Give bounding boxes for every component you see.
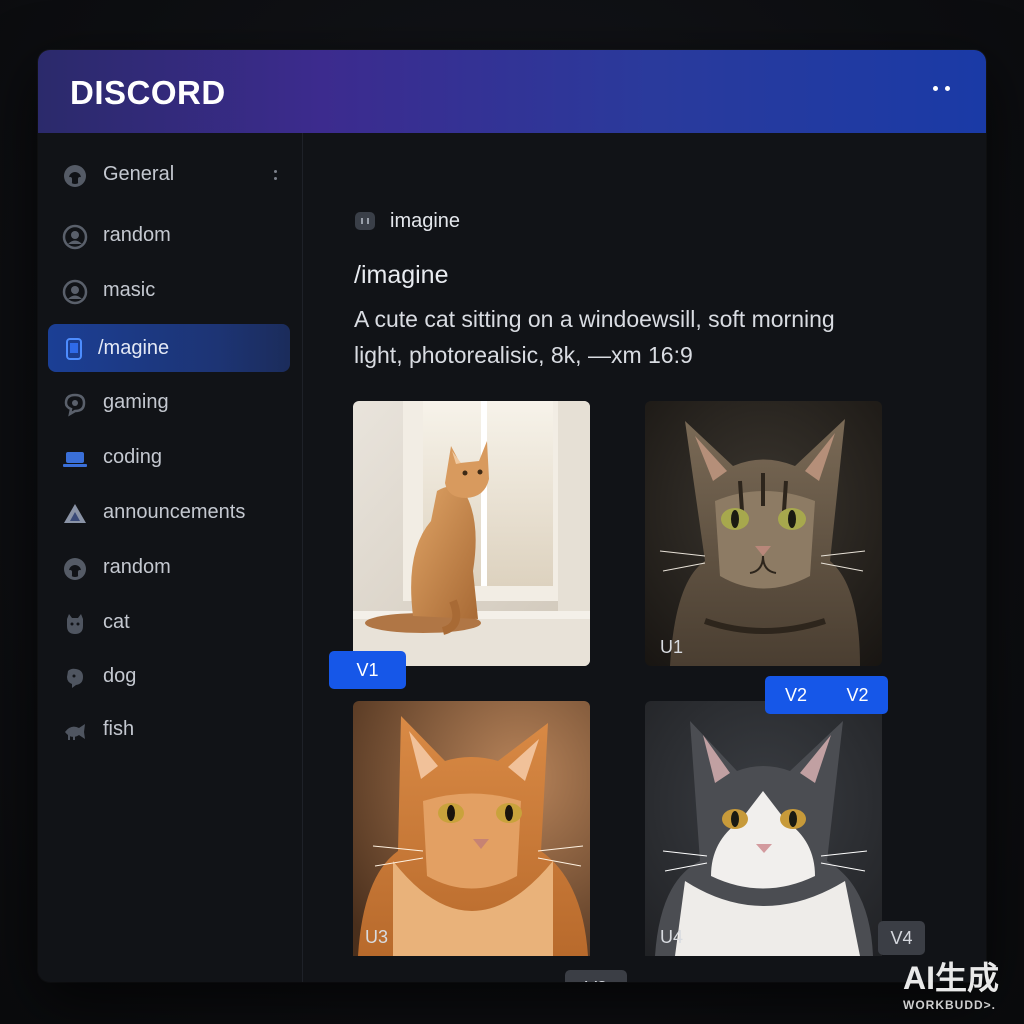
sidebar-item-random-2[interactable]: random — [48, 543, 290, 591]
sidebar-item-label: General — [103, 163, 175, 185]
sidebar-item-random[interactable]: random — [48, 211, 290, 259]
user-circle-icon — [62, 279, 88, 305]
generated-image-4[interactable]: U4 — [645, 701, 882, 966]
prompt-line: light, photorealisic, 8k, —xm 16:9 — [354, 342, 693, 368]
variation-button-v1[interactable]: V1 — [329, 651, 406, 689]
generated-image-2[interactable] — [645, 401, 882, 666]
dot-icon — [274, 177, 277, 180]
sidebar-item-gaming[interactable]: gaming — [48, 378, 290, 426]
watermark-main: AI生成 — [903, 960, 1000, 996]
sidebar-item-label: random — [103, 224, 171, 246]
sidebar-item-label: /magine — [98, 337, 170, 359]
generated-image-3[interactable]: U3 — [353, 701, 590, 966]
app-window: DISCORD General random masic /magine gam… — [38, 50, 986, 982]
command-text: /imagine — [354, 261, 449, 289]
sidebar-item-label: masic — [103, 279, 156, 301]
dot-icon — [945, 86, 950, 91]
variation-button-v2[interactable]: V2 — [765, 676, 827, 714]
sidebar-item-masic[interactable]: masic — [48, 266, 290, 314]
sidebar-item-dog[interactable]: dog — [48, 652, 290, 700]
watermark-sub: WORKBUDD>. — [903, 998, 996, 1012]
dot-icon — [274, 170, 277, 173]
variation-button-v3[interactable]: V3 — [565, 970, 627, 982]
sidebar-item-label: fish — [103, 718, 135, 740]
more-options-button[interactable] — [928, 80, 958, 100]
sidebar-item-label: random — [103, 556, 171, 578]
channel-sidebar: General random masic /magine gaming codi… — [38, 133, 303, 982]
fish-icon — [62, 718, 86, 742]
header-bar: DISCORD — [38, 50, 986, 133]
bot-icon — [355, 212, 375, 230]
sidebar-item-imagine[interactable]: /magine — [48, 324, 290, 372]
dog-icon — [62, 665, 86, 689]
sidebar-item-cat[interactable]: cat — [48, 598, 290, 646]
dot-icon — [933, 86, 938, 91]
user-circle-icon — [62, 224, 88, 250]
upscale-label-u3: U3 — [365, 927, 389, 947]
headset-icon — [62, 163, 86, 187]
variation-button-v4[interactable]: V4 — [878, 921, 925, 955]
kebab-icon[interactable] — [274, 168, 278, 184]
command-tag-label: imagine — [390, 210, 461, 232]
sidebar-item-label: dog — [103, 665, 137, 687]
phone-icon — [62, 337, 86, 361]
cat-icon — [62, 611, 86, 635]
chat-bubble-icon — [62, 391, 86, 417]
triangle-icon — [62, 501, 86, 525]
prompt-text: A cute cat sitting on a windoewsill, sof… — [354, 301, 914, 373]
sidebar-item-coding[interactable]: coding — [48, 433, 290, 481]
upscale-label-u4: U4 — [660, 927, 684, 947]
sidebar-item-general[interactable]: General — [48, 150, 290, 198]
upscale-label-u1: U1 — [660, 637, 684, 657]
chat-area: imagine /imagine A cute cat sitting on a… — [303, 133, 986, 982]
generated-image-1[interactable] — [353, 401, 590, 666]
laptop-icon — [62, 446, 87, 470]
prompt-line: A cute cat sitting on a windoewsill, sof… — [354, 306, 835, 332]
sidebar-item-label: announcements — [103, 501, 246, 523]
sidebar-item-label: gaming — [103, 391, 169, 413]
variation-button-v2-alt[interactable]: V2 — [827, 676, 888, 714]
watermark: AI生成 WORKBUDD>. — [903, 962, 999, 1012]
app-title: DISCORD — [70, 74, 226, 111]
sidebar-item-label: cat — [103, 611, 130, 633]
sidebar-item-announcements[interactable]: announcements — [48, 488, 290, 536]
headset-icon — [62, 556, 86, 580]
sidebar-item-label: coding — [103, 446, 162, 468]
sidebar-item-fish[interactable]: fish — [48, 705, 290, 753]
